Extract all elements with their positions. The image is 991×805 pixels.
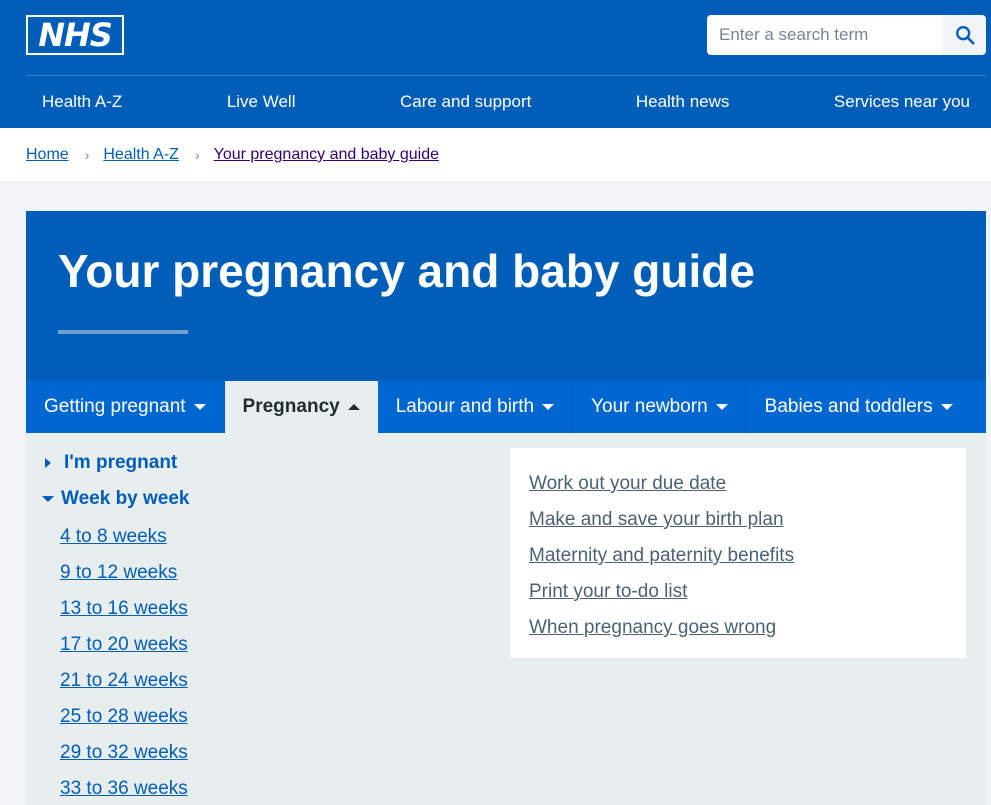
nhs-logo[interactable]: NHS — [26, 15, 124, 55]
tab-babies-and-toddlers[interactable]: Babies and toddlers — [747, 381, 971, 433]
quick-link-pregnancy-goes-wrong[interactable]: When pregnancy goes wrong — [529, 610, 947, 646]
caret-down-icon — [542, 404, 555, 410]
week-link[interactable]: 13 to 16 weeks — [60, 598, 188, 620]
caret-down-icon — [715, 404, 728, 410]
triangle-down-icon — [42, 496, 54, 502]
nav-health-a-z[interactable]: Health A-Z — [42, 92, 122, 112]
nav-services-near-you[interactable]: Services near you — [834, 92, 970, 112]
menu-item-label: Week by week — [61, 488, 190, 509]
week-link[interactable]: 21 to 24 weeks — [60, 670, 188, 692]
nav-care-and-support[interactable]: Care and support — [400, 92, 531, 112]
quick-link-birth-plan[interactable]: Make and save your birth plan — [529, 502, 947, 538]
tab-label: Labour and birth — [395, 396, 535, 417]
hero-banner: Your pregnancy and baby guide — [26, 211, 986, 381]
menu-item-im-pregnant[interactable]: I'm pregnant — [42, 452, 177, 474]
site-header: NHS Health A-Z Live Well Care and suppor… — [0, 0, 991, 128]
search-form — [707, 15, 986, 55]
tab-label: Babies and toddlers — [764, 396, 933, 417]
week-link[interactable]: 25 to 28 weeks — [60, 706, 188, 728]
menu-item-label: I'm pregnant — [64, 452, 178, 473]
quick-link-due-date[interactable]: Work out your due date — [529, 466, 947, 502]
week-link[interactable]: 17 to 20 weeks — [60, 634, 188, 656]
tab-label: Your newborn — [591, 396, 708, 417]
week-link[interactable]: 4 to 8 weeks — [60, 526, 167, 548]
tab-pregnancy[interactable]: Pregnancy — [224, 381, 378, 433]
search-button[interactable] — [943, 15, 986, 55]
triangle-right-icon — [45, 458, 51, 468]
breadcrumb: Home › Health A-Z › Your pregnancy and b… — [26, 146, 439, 164]
week-link[interactable]: 33 to 36 weeks — [60, 778, 188, 800]
chevron-right-icon: › — [194, 147, 200, 163]
primary-nav: Health A-Z Live Well Care and support He… — [26, 76, 986, 128]
page-title: Your pregnancy and baby guide — [58, 245, 755, 297]
caret-down-icon — [940, 404, 953, 410]
tab-getting-pregnant[interactable]: Getting pregnant — [26, 381, 225, 433]
pregnancy-menu-panel: I'm pregnant Week by week 4 to 8 weeks 9… — [26, 433, 986, 805]
search-icon — [955, 26, 975, 45]
week-link[interactable]: 29 to 32 weeks — [60, 742, 188, 764]
menu-item-week-by-week[interactable]: Week by week — [42, 488, 190, 510]
title-underline — [58, 330, 188, 334]
breadcrumb-current[interactable]: Your pregnancy and baby guide — [214, 146, 439, 164]
quick-link-benefits[interactable]: Maternity and paternity benefits — [529, 538, 947, 574]
chevron-right-icon: › — [84, 147, 90, 163]
tab-labour-and-birth[interactable]: Labour and birth — [378, 381, 574, 433]
week-link[interactable]: 9 to 12 weeks — [60, 562, 177, 584]
guide-tabs: Getting pregnant Pregnancy Labour and bi… — [26, 381, 986, 433]
nav-health-news[interactable]: Health news — [636, 92, 730, 112]
nav-live-well[interactable]: Live Well — [227, 92, 296, 112]
caret-up-icon — [347, 404, 360, 410]
tab-label: Pregnancy — [242, 396, 340, 417]
breadcrumb-home[interactable]: Home — [26, 146, 69, 164]
nhs-logo-text: NHS — [28, 17, 122, 53]
quick-link-to-do-list[interactable]: Print your to-do list — [529, 574, 947, 610]
caret-down-icon — [193, 404, 206, 410]
search-input[interactable] — [707, 15, 943, 55]
breadcrumb-bar: Home › Health A-Z › Your pregnancy and b… — [0, 128, 991, 181]
breadcrumb-health-a-z[interactable]: Health A-Z — [103, 146, 179, 164]
quick-links-box: Work out your due date Make and save you… — [510, 448, 966, 658]
tab-label: Getting pregnant — [44, 396, 186, 417]
tab-your-newborn[interactable]: Your newborn — [573, 381, 747, 433]
